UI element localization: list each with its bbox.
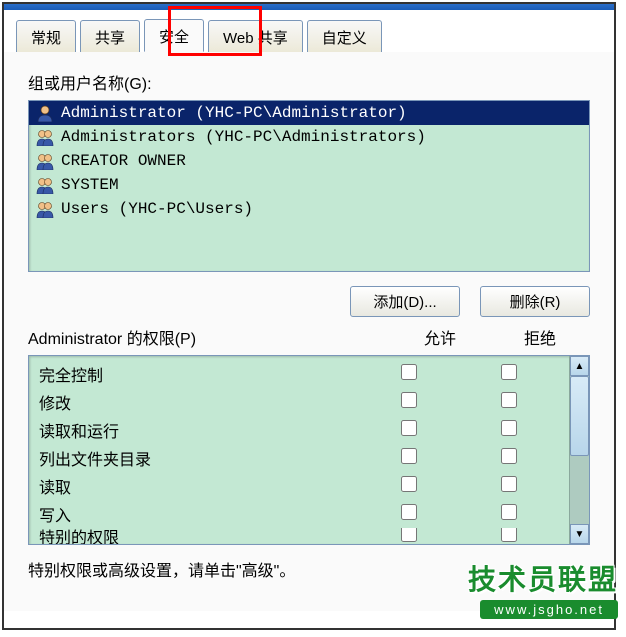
user-item-users[interactable]: Users (YHC-PC\Users) xyxy=(29,197,589,221)
tab-general[interactable]: 常规 xyxy=(16,20,76,52)
allow-checkbox-read[interactable] xyxy=(401,476,417,492)
deny-checkbox-list-folder[interactable] xyxy=(501,448,517,464)
permission-name: 特别的权限 xyxy=(39,528,359,544)
permission-name: 修改 xyxy=(39,390,359,414)
allow-checkbox-full-control[interactable] xyxy=(401,364,417,380)
tab-sharing[interactable]: 共享 xyxy=(80,20,140,52)
scroll-track[interactable] xyxy=(570,376,589,524)
permission-name: 列出文件夹目录 xyxy=(39,446,359,470)
scrollbar[interactable]: ▲ ▼ xyxy=(569,356,589,544)
deny-checkbox-write[interactable] xyxy=(501,504,517,520)
permissions-header: Administrator 的权限(P) xyxy=(28,325,390,349)
allow-checkbox-modify[interactable] xyxy=(401,392,417,408)
deny-checkbox-read-execute[interactable] xyxy=(501,420,517,436)
permission-row: 读取 xyxy=(29,472,569,500)
user-group-icon xyxy=(35,152,55,170)
user-single-icon xyxy=(35,104,55,122)
user-group-icon xyxy=(35,200,55,218)
group-users-label: 组或用户名称(G): xyxy=(28,70,590,94)
allow-checkbox-special[interactable] xyxy=(401,528,417,542)
user-group-icon xyxy=(35,176,55,194)
user-name: SYSTEM xyxy=(61,176,119,194)
scroll-up-icon[interactable]: ▲ xyxy=(570,356,589,376)
permission-row: 修改 xyxy=(29,388,569,416)
user-item-creator-owner[interactable]: CREATOR OWNER xyxy=(29,149,589,173)
scroll-down-icon[interactable]: ▼ xyxy=(570,524,589,544)
permission-name: 完全控制 xyxy=(39,362,359,386)
user-name: Administrators (YHC-PC\Administrators) xyxy=(61,128,426,146)
allow-checkbox-read-execute[interactable] xyxy=(401,420,417,436)
allow-checkbox-write[interactable] xyxy=(401,504,417,520)
permission-row: 完全控制 xyxy=(29,360,569,388)
watermark-title: 技术员联盟 xyxy=(468,558,618,598)
column-deny: 拒绝 xyxy=(490,325,590,349)
user-name: Users (YHC-PC\Users) xyxy=(61,200,253,218)
tab-bar: 常规 共享 安全 Web 共享 自定义 xyxy=(4,10,614,52)
watermark-url: www.jsgho.net xyxy=(480,600,618,619)
add-button[interactable]: 添加(D)... xyxy=(350,286,460,317)
deny-checkbox-read[interactable] xyxy=(501,476,517,492)
permission-name: 读取和运行 xyxy=(39,418,359,442)
permission-name: 写入 xyxy=(39,502,359,526)
scroll-thumb[interactable] xyxy=(570,376,589,456)
user-name: CREATOR OWNER xyxy=(61,152,186,170)
tab-security[interactable]: 安全 xyxy=(144,19,204,52)
tab-web-sharing[interactable]: Web 共享 xyxy=(208,20,303,52)
user-item-administrator[interactable]: Administrator (YHC-PC\Administrator) xyxy=(29,101,589,125)
permission-row: 写入 xyxy=(29,500,569,528)
user-item-system[interactable]: SYSTEM xyxy=(29,173,589,197)
column-allow: 允许 xyxy=(390,325,490,349)
user-group-icon xyxy=(35,128,55,146)
tab-content-security: 组或用户名称(G): Administrator (YHC-PC\Adminis… xyxy=(4,51,614,611)
user-list[interactable]: Administrator (YHC-PC\Administrator) Adm… xyxy=(28,100,590,272)
user-name: Administrator (YHC-PC\Administrator) xyxy=(61,104,407,122)
deny-checkbox-full-control[interactable] xyxy=(501,364,517,380)
permissions-list: 完全控制 修改 读取和运行 列出文件夹目录 xyxy=(28,355,590,545)
permission-row: 列出文件夹目录 xyxy=(29,444,569,472)
deny-checkbox-special[interactable] xyxy=(501,528,517,542)
deny-checkbox-modify[interactable] xyxy=(501,392,517,408)
user-item-administrators[interactable]: Administrators (YHC-PC\Administrators) xyxy=(29,125,589,149)
tab-customize[interactable]: 自定义 xyxy=(307,20,382,52)
allow-checkbox-list-folder[interactable] xyxy=(401,448,417,464)
permission-row: 读取和运行 xyxy=(29,416,569,444)
remove-button[interactable]: 删除(R) xyxy=(480,286,590,317)
permission-name: 读取 xyxy=(39,474,359,498)
permission-row: 特别的权限 xyxy=(29,528,569,544)
watermark: 技术员联盟 www.jsgho.net xyxy=(468,558,618,619)
